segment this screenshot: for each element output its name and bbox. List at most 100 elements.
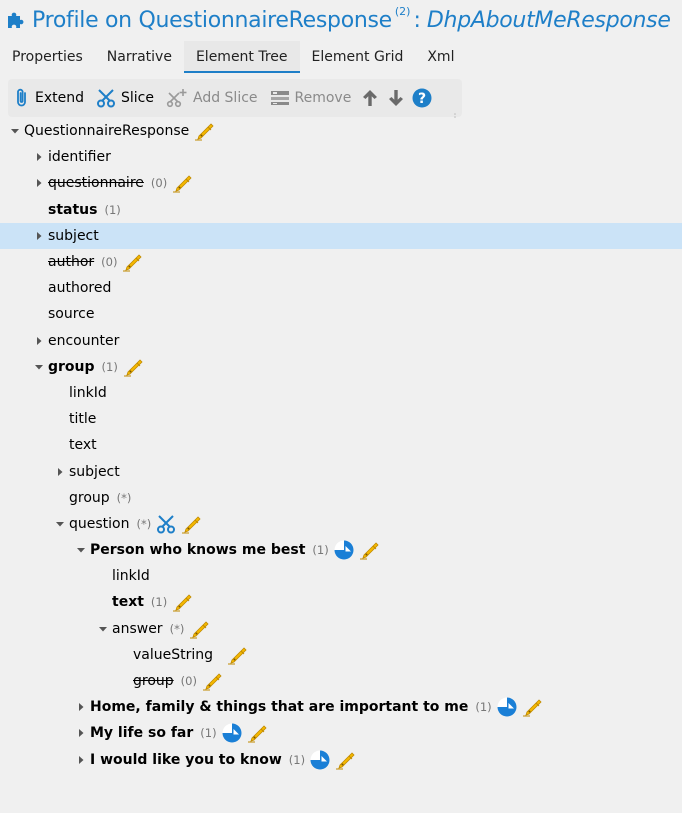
remove-button[interactable]: Remove (264, 83, 358, 113)
expand-arrow-icon[interactable] (32, 334, 46, 348)
cardinality: (0) (150, 176, 168, 191)
cardinality: (1) (288, 752, 306, 767)
expand-arrow-icon[interactable] (74, 753, 88, 767)
tree-node-label: question (69, 515, 130, 532)
profile-name: DhpAboutMeResponse (426, 7, 671, 33)
tree-row[interactable]: encounter (0, 328, 682, 354)
pen-icon (194, 121, 214, 141)
extend-label: Extend (35, 90, 84, 106)
tree-node-label: author (48, 254, 95, 271)
tree-node-label: group (69, 489, 110, 506)
title-separator: : (413, 7, 421, 33)
expand-arrow-icon[interactable] (32, 229, 46, 243)
tree-row[interactable]: author (0) (0, 249, 682, 275)
expand-arrow-icon[interactable] (74, 700, 88, 714)
cardinality: (*) (169, 621, 185, 636)
tree-node-label: questionnaire (48, 175, 144, 192)
move-up-button[interactable] (357, 83, 383, 113)
tree-node-label: subject (69, 463, 120, 480)
pen-icon (189, 619, 209, 639)
tab-narrative[interactable]: Narrative (95, 41, 184, 73)
tree-node-label: authored (48, 280, 112, 297)
cardinality: (0) (180, 674, 197, 689)
tree-row[interactable]: status (1) (0, 197, 682, 223)
version-superscript: (2) (394, 4, 411, 18)
cardinality: (1) (312, 543, 329, 558)
tree-row[interactable]: linkId (0, 380, 682, 406)
tree-node-label: encounter (48, 332, 120, 349)
tree-row[interactable]: linkId (0, 563, 682, 589)
tree-node-label: valueString (133, 646, 214, 663)
tree-row[interactable]: subject (0, 222, 682, 249)
tab-properties[interactable]: Properties (0, 41, 95, 73)
tree-row[interactable]: title (0, 406, 682, 432)
arrow-up-icon (363, 90, 378, 106)
expand-arrow-icon[interactable] (53, 465, 67, 479)
tree-node-label: linkId (69, 384, 107, 401)
collapse-arrow-icon[interactable] (32, 360, 46, 374)
tree-row[interactable]: group (1) (0, 354, 682, 380)
tree-node-label: group (48, 358, 95, 375)
tree-node-label: I would like you to know (90, 751, 282, 768)
cardinality: (1) (475, 700, 492, 715)
pen-icon (522, 697, 542, 717)
pen-icon (122, 252, 143, 272)
title-bar: Profile on QuestionnaireResponse (2) : D… (6, 4, 671, 36)
arrow-down-icon (389, 90, 404, 106)
tree-row[interactable]: questionnaire (0) (0, 170, 682, 196)
tree-row[interactable]: subject (0, 458, 682, 484)
pen-icon (172, 592, 192, 612)
collapse-arrow-icon[interactable] (74, 543, 88, 557)
expand-arrow-icon[interactable] (32, 150, 46, 164)
tree-node-label: Person who knows me best (90, 542, 306, 559)
add-slice-button[interactable]: Add Slice (160, 83, 264, 113)
tree-row[interactable]: text (0, 432, 682, 458)
pen-icon (202, 671, 222, 691)
page-title: Profile on QuestionnaireResponse (32, 7, 392, 33)
element-tree: QuestionnaireResponse identifier questionn… (0, 118, 682, 773)
pen-icon (247, 723, 267, 743)
help-button[interactable]: ? (409, 83, 435, 113)
extend-button[interactable]: Extend (8, 83, 90, 113)
tree-node-label: Home, family & things that are important… (90, 699, 469, 716)
remove-rows-icon (270, 91, 289, 105)
tree-row[interactable]: QuestionnaireResponse (0, 118, 682, 144)
add-slice-label: Add Slice (192, 90, 258, 106)
tree-node-label: identifier (48, 149, 111, 166)
cardinality: (*) (116, 490, 132, 505)
tree-row[interactable]: Home, family & things that are important… (0, 694, 682, 720)
expand-arrow-icon[interactable] (32, 176, 46, 190)
tree-row[interactable]: question (*) (0, 511, 682, 537)
tab-xml[interactable]: Xml (415, 41, 466, 73)
collapse-arrow-icon[interactable] (8, 124, 22, 138)
help-icon: ? (412, 88, 432, 108)
tree-row[interactable]: I would like you to know (1) (0, 747, 682, 773)
pen-icon (227, 645, 247, 665)
tab-element-tree[interactable]: Element Tree (183, 41, 300, 73)
tree-row[interactable]: valueString (0, 642, 682, 668)
tree-row[interactable]: group (0) (0, 668, 682, 694)
tab-element-grid[interactable]: Element Grid (300, 41, 416, 73)
cardinality: (1) (101, 359, 118, 374)
collapse-arrow-icon[interactable] (96, 622, 110, 636)
move-down-button[interactable] (383, 83, 409, 113)
cardinality: (1) (200, 726, 217, 741)
cardinality: (*) (136, 516, 152, 531)
scissors-icon (97, 89, 115, 108)
tree-row[interactable]: group (*) (0, 485, 682, 511)
slice-button[interactable]: Slice (90, 83, 160, 113)
collapse-arrow-icon[interactable] (53, 517, 67, 531)
tree-row[interactable]: answer (*) (0, 616, 682, 642)
expand-arrow-icon[interactable] (74, 726, 88, 740)
tree-node-label: subject (48, 227, 99, 244)
slice-pie-icon (310, 750, 330, 770)
tree-row[interactable]: My life so far (1) (0, 720, 682, 746)
tree-row[interactable]: text (1) (0, 589, 682, 615)
tree-row[interactable]: identifier (0, 144, 682, 170)
add-slice-icon (166, 89, 187, 108)
tree-node-label: group (133, 673, 174, 690)
tree-row[interactable]: Person who knows me best (1) (0, 537, 682, 563)
cardinality: (1) (150, 595, 168, 610)
tree-row[interactable]: authored (0, 275, 682, 301)
tree-row[interactable]: source (0, 301, 682, 327)
